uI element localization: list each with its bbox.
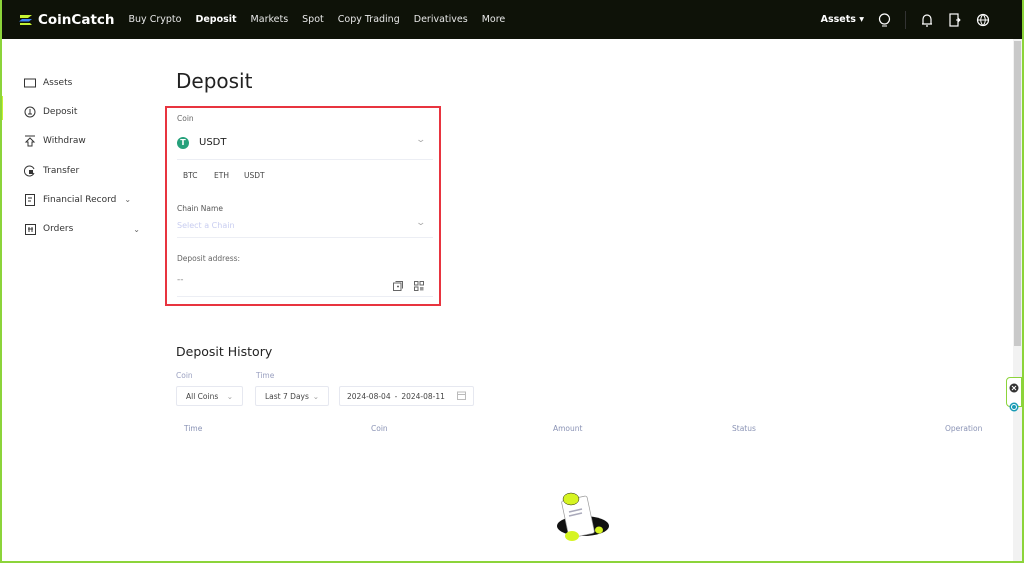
sidebar-item-financial-record[interactable]: Financial Record ⌄ xyxy=(24,185,140,214)
calendar-icon xyxy=(457,391,466,402)
sidebar-label: Financial Record xyxy=(43,194,117,205)
quick-coin-usdt[interactable]: USDT xyxy=(244,171,265,180)
time-filter-value: Last 7 Days xyxy=(265,391,309,401)
nav-deposit[interactable]: Deposit xyxy=(195,14,236,25)
sidebar-item-assets[interactable]: Assets xyxy=(24,68,140,97)
sidebar-label: Withdraw xyxy=(43,136,86,147)
chain-select[interactable]: Select a Chain ⌄ xyxy=(177,218,433,238)
chevron-down-icon: ⌄ xyxy=(133,224,140,234)
coin-label: Coin xyxy=(177,114,194,123)
column-amount: Amount xyxy=(553,424,583,433)
date-separator: - xyxy=(394,391,398,401)
download-app-icon[interactable] xyxy=(947,12,962,27)
column-operation: Operation xyxy=(945,424,983,433)
nav-markets[interactable]: Markets xyxy=(251,14,289,25)
brand-name: CoinCatch xyxy=(38,11,115,28)
chevron-down-icon: ⌄ xyxy=(124,195,132,205)
nav-copy-trading[interactable]: Copy Trading xyxy=(338,14,400,25)
chevron-down-icon: ⌄ xyxy=(226,391,233,401)
quick-coin-btc[interactable]: BTC xyxy=(183,171,198,180)
chain-placeholder: Select a Chain xyxy=(177,221,235,230)
sidebar-item-orders[interactable]: Orders ⌄ xyxy=(24,214,140,243)
page-scrollbar[interactable] xyxy=(1013,39,1022,563)
time-filter-select[interactable]: Last 7 Days ⌄ xyxy=(255,386,329,406)
nav-buy-crypto[interactable]: Buy Crypto xyxy=(129,14,182,25)
assets-label: Assets xyxy=(820,14,856,25)
tether-icon: T xyxy=(177,137,189,149)
coin-value: USDT xyxy=(199,137,227,148)
globe-icon[interactable] xyxy=(975,12,990,27)
column-time: Time xyxy=(184,424,203,433)
sidebar-label: Transfer xyxy=(43,165,80,176)
chevron-down-icon: ⌄ xyxy=(312,391,319,401)
date-range-picker[interactable]: 2024-08-04 - 2024-08-11 xyxy=(339,386,474,406)
scrollbar-thumb[interactable] xyxy=(1014,41,1021,346)
chevron-down-icon: ⌄ xyxy=(415,218,427,228)
date-start[interactable]: 2024-08-04 xyxy=(347,392,391,401)
record-icon xyxy=(24,193,36,206)
deposit-history-title: Deposit History xyxy=(176,344,273,359)
withdraw-icon xyxy=(24,135,36,147)
sidebar-item-transfer[interactable]: Transfer xyxy=(24,156,140,185)
nav-spot[interactable]: Spot xyxy=(302,14,324,25)
column-coin: Coin xyxy=(371,424,388,433)
quick-coin-eth[interactable]: ETH xyxy=(214,171,229,180)
sidebar-label: Assets xyxy=(43,77,73,88)
column-status: Status xyxy=(732,424,756,433)
sidebar-item-withdraw[interactable]: Withdraw xyxy=(24,127,140,156)
deposit-icon xyxy=(24,106,36,118)
coin-select[interactable]: T USDT ⌄ xyxy=(177,130,433,160)
qr-code-icon[interactable] xyxy=(414,276,424,295)
divider xyxy=(905,10,906,29)
coincatch-logo-icon xyxy=(19,14,32,25)
chevron-down-icon: ⌄ xyxy=(415,135,427,145)
nav-derivatives[interactable]: Derivatives xyxy=(414,14,468,25)
address-field: -- xyxy=(177,268,433,297)
coin-filter-select[interactable]: All Coins ⌄ xyxy=(176,386,243,406)
sidebar-label: Orders xyxy=(43,224,74,235)
brand-logo[interactable]: CoinCatch xyxy=(18,12,115,28)
orders-icon xyxy=(24,223,36,235)
empty-state-illustration xyxy=(557,492,609,541)
close-icon[interactable] xyxy=(1009,378,1019,397)
transfer-icon xyxy=(24,165,36,177)
sidebar-item-deposit[interactable]: Deposit xyxy=(24,97,140,126)
sidebar-active-indicator xyxy=(0,96,3,120)
sidebar: Assets Deposit Withdraw Transfer Financi… xyxy=(24,68,140,244)
bell-icon[interactable] xyxy=(919,12,934,27)
filter-time-label: Time xyxy=(256,371,275,380)
window-frame xyxy=(0,0,1024,563)
support-icon[interactable] xyxy=(1009,397,1019,416)
address-label: Deposit address: xyxy=(177,254,241,263)
address-value: -- xyxy=(177,275,184,285)
assets-menu[interactable]: Assets ▾ xyxy=(821,14,864,25)
chain-label: Chain Name xyxy=(177,204,223,213)
sidebar-label: Deposit xyxy=(43,106,78,117)
floating-widget xyxy=(1006,377,1022,412)
copy-icon[interactable] xyxy=(393,276,403,295)
lightbulb-icon[interactable] xyxy=(877,12,892,27)
wallet-icon xyxy=(24,77,36,89)
date-end[interactable]: 2024-08-11 xyxy=(401,392,445,401)
nav-more[interactable]: More xyxy=(482,14,506,25)
top-nav: CoinCatch Buy Crypto Deposit Markets Spo… xyxy=(0,0,1024,39)
coin-filter-value: All Coins xyxy=(186,391,219,401)
page-title: Deposit xyxy=(176,69,253,93)
deposit-form: Coin T USDT ⌄ BTC ETH USDT Chain Name Se… xyxy=(165,106,441,306)
filter-coin-label: Coin xyxy=(176,371,193,380)
